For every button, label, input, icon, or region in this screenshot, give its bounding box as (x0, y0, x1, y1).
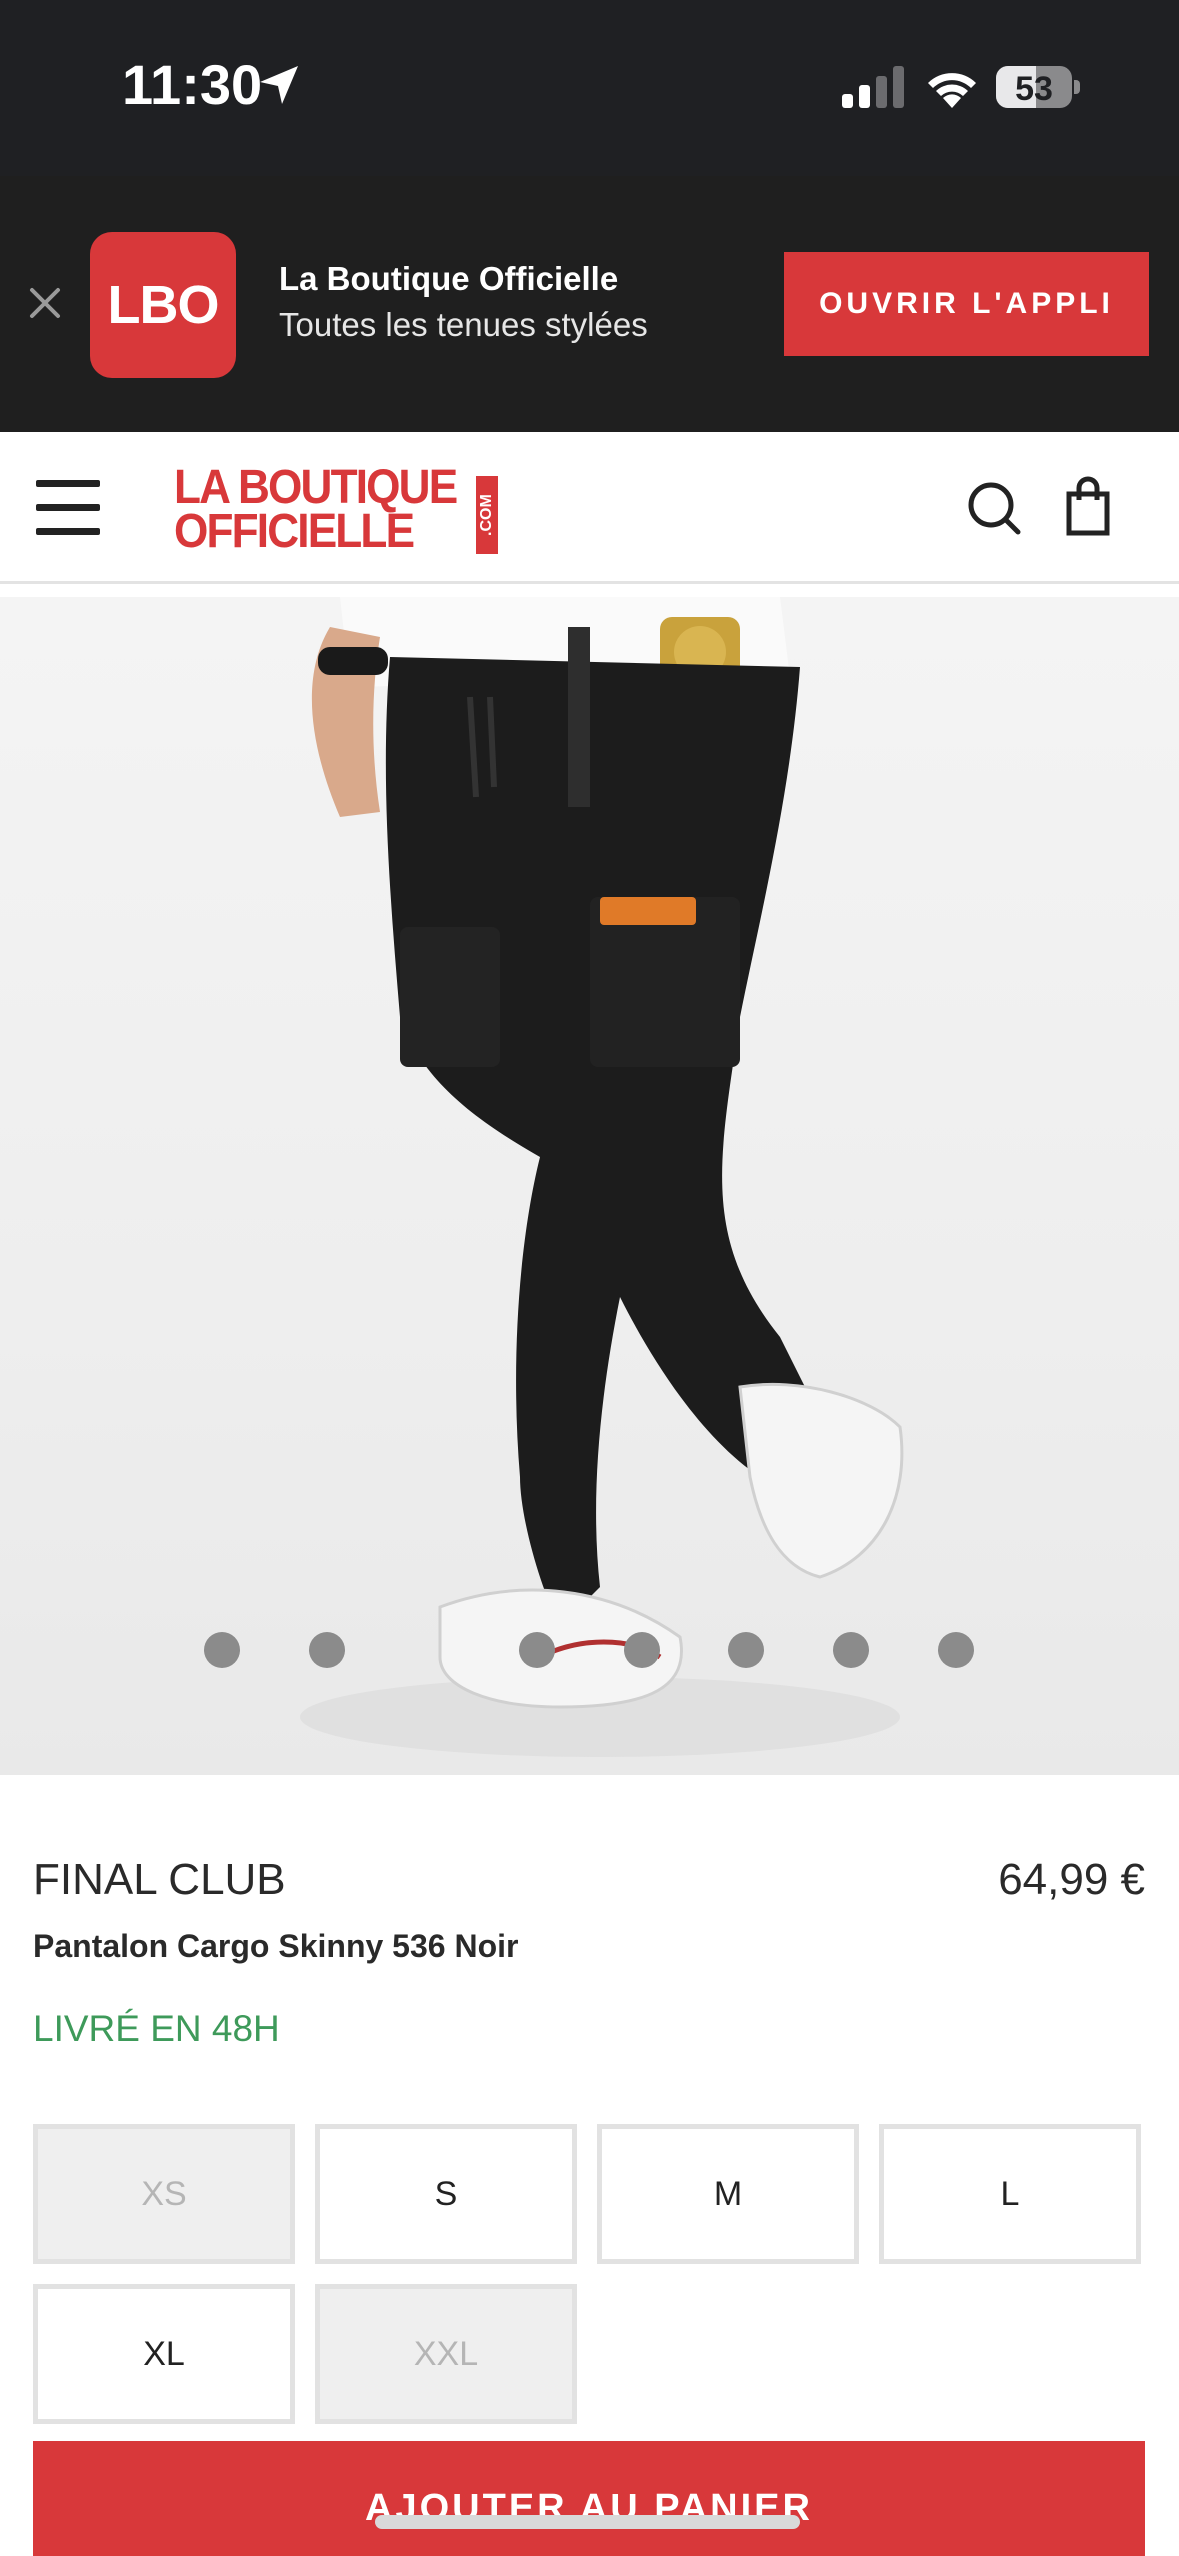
size-option-m[interactable]: M (597, 2124, 859, 2264)
open-app-button[interactable]: OUVRIR L'APPLI (784, 252, 1149, 356)
product-photo (300, 597, 904, 1757)
gallery-dot-7[interactable] (938, 1632, 974, 1668)
delivery-info: LIVRÉ EN 48H (33, 2008, 280, 2049)
close-icon[interactable] (26, 284, 64, 322)
gallery-dot-3[interactable] (519, 1632, 555, 1668)
status-time: 11:30 (122, 53, 263, 116)
gallery-dot-2[interactable] (309, 1632, 345, 1668)
size-option-s[interactable]: S (315, 2124, 577, 2264)
site-logo-line2: OFFICIELLE (174, 505, 415, 558)
search-icon[interactable] (966, 480, 1022, 536)
size-option-xl[interactable]: XL (33, 2284, 295, 2424)
status-bar: 11:30 53 (0, 0, 1179, 176)
battery-level: 53 (1015, 70, 1053, 108)
location-arrow-icon (260, 66, 298, 104)
shopping-bag-icon[interactable] (1066, 476, 1110, 536)
cellular-signal-icon (842, 66, 904, 108)
size-option-xxl: XXL (315, 2284, 577, 2424)
product-name: Pantalon Cargo Skinny 536 Noir (33, 1928, 519, 1964)
wifi-icon (928, 73, 976, 108)
size-option-l[interactable]: L (879, 2124, 1141, 2264)
home-indicator[interactable] (375, 2515, 800, 2529)
app-banner-subtitle: Toutes les tenues stylées (279, 306, 648, 343)
product-image[interactable] (0, 597, 1179, 1775)
size-option-xs: XS (33, 2124, 295, 2264)
app-install-banner: LBO La Boutique Officielle Toutes les te… (0, 176, 1179, 432)
battery-icon: 53 (996, 66, 1080, 108)
site-logo-line1: LA BOUTIQUE (174, 461, 458, 514)
product-price: 64,99 € (998, 1855, 1145, 1904)
site-logo-suffix: .COM (476, 476, 498, 554)
site-logo[interactable]: LA BOUTIQUE OFFICIELLE .COM (174, 462, 504, 558)
product-brand[interactable]: FINAL CLUB (33, 1855, 286, 1905)
app-banner-title: La Boutique Officielle (279, 260, 619, 297)
gallery-dot-5[interactable] (728, 1632, 764, 1668)
gallery-dot-4[interactable] (624, 1632, 660, 1668)
add-to-cart-button[interactable]: AJOUTER AU PANIER (33, 2441, 1145, 2556)
site-header: LA BOUTIQUE OFFICIELLE .COM (0, 432, 1179, 584)
app-logo: LBO (90, 232, 236, 378)
gallery-dot-1[interactable] (204, 1632, 240, 1668)
gallery-dot-6[interactable] (833, 1632, 869, 1668)
menu-icon[interactable] (36, 480, 100, 536)
